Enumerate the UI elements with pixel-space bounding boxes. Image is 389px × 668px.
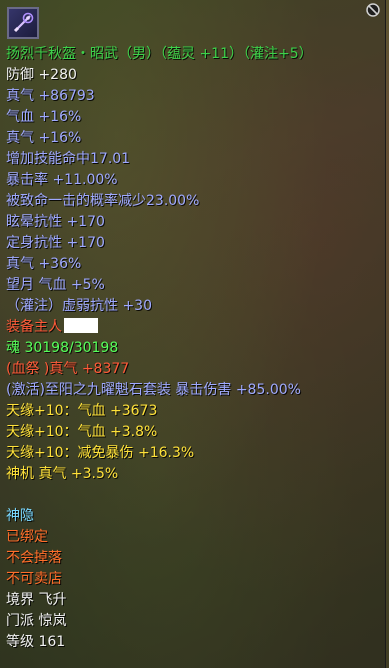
stat-root-resist: 定身抗性 +170 bbox=[6, 235, 105, 251]
sect-line: 门派 惊岚 bbox=[6, 613, 67, 629]
no-drop-status: 不会掉落 bbox=[6, 550, 62, 566]
stat-crit: 暴击率 +11.00% bbox=[6, 172, 118, 188]
tianyuan-line-1: 天缘+10：气血 +3673 bbox=[6, 403, 158, 419]
shenji-line: 神机 真气 +3.5% bbox=[6, 466, 119, 482]
owner-name-masked bbox=[64, 318, 98, 333]
set-bonus-line: (激活)至阳之九曜魁石套装 暴击伤害 +85.00% bbox=[6, 382, 301, 398]
close-icon[interactable] bbox=[365, 2, 381, 18]
stat-zhenqi: 真气 +86793 bbox=[6, 88, 95, 104]
level-line: 等级 161 bbox=[6, 634, 66, 650]
shenyin-line: 神隐 bbox=[6, 508, 34, 524]
owner-line: 装备主人 bbox=[6, 317, 379, 338]
stat-crit-reduce: 被致命一击的概率减少23.00% bbox=[6, 193, 200, 209]
stat-zhenqi-percent: 真气 +16% bbox=[6, 130, 82, 146]
stat-qixue: 气血 +16% bbox=[6, 109, 82, 125]
stat-defense: 防御 +280 bbox=[6, 67, 77, 83]
stat-zhenqi-36: 真气 +36% bbox=[6, 256, 82, 272]
item-icon bbox=[7, 7, 39, 39]
blood-sacrifice-line: (血祭 )真气 +8377 bbox=[6, 361, 130, 377]
owner-label: 装备主人 bbox=[6, 319, 62, 335]
stats-list: 扬烈千秋盔・昭武（男）（蕴灵 +11）（灌注+5） 防御 +280 真气 +86… bbox=[6, 44, 379, 653]
tianyuan-line-2: 天缘+10：气血 +3.8% bbox=[6, 424, 158, 440]
tianyuan-line-3: 天缘+10：减免暴伤 +16.3% bbox=[6, 445, 195, 461]
stat-skill-hit: 增加技能命中17.01 bbox=[6, 151, 131, 167]
stat-weak-resist: （灌注）虚弱抗性 +30 bbox=[6, 298, 152, 314]
bound-status: 已绑定 bbox=[6, 529, 48, 545]
item-tooltip-panel: 扬烈千秋盔・昭武（男）（蕴灵 +11）（灌注+5） 防御 +280 真气 +86… bbox=[0, 0, 386, 668]
item-title: 扬烈千秋盔・昭武（男）（蕴灵 +11）（灌注+5） bbox=[6, 46, 313, 62]
realm-line: 境界 飞升 bbox=[6, 592, 67, 608]
soul-line: 魂 30198/30198 bbox=[6, 340, 119, 356]
no-sell-status: 不可卖店 bbox=[6, 571, 62, 587]
stat-wangyue: 望月 气血 +5% bbox=[6, 277, 105, 293]
stat-stun-resist: 眩晕抗性 +170 bbox=[6, 214, 105, 230]
